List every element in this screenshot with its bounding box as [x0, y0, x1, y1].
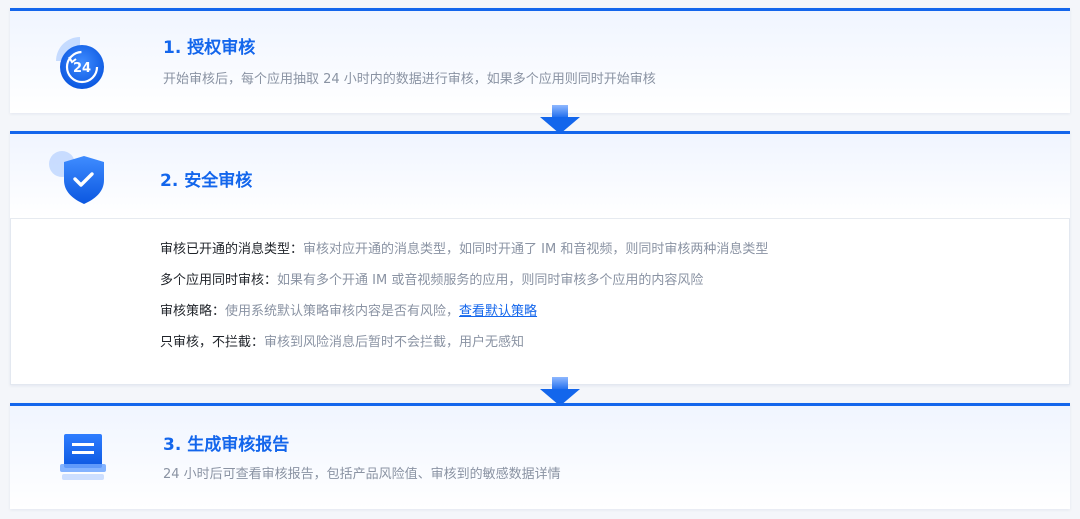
step-description: 24 小时后可查看审核报告，包括产品风险值、审核到的敏感数据详情: [163, 467, 561, 482]
audit-process-page: 24 1. 授权审核 开始审核后，每个应用抽取 24 小时内的数据进行审核，如果…: [0, 0, 1080, 519]
feature-text: 如果有多个开通 IM 或音视频服务的应用，则同时审核多个应用的内容风险: [277, 273, 704, 288]
feature-label: 多个应用同时审核：: [160, 273, 278, 288]
step-card-header: 24 1. 授权审核 开始审核后，每个应用抽取 24 小时内的数据进行审核，如果…: [10, 11, 1070, 113]
clock-24-icon: 24: [48, 31, 112, 95]
feature-text: 审核到风险消息后暂时不会拦截，用户无感知: [264, 335, 525, 350]
shield-check-icon: [44, 146, 108, 210]
step-title: 2. 安全审核: [160, 171, 253, 191]
step-card-report: 3. 生成审核报告 24 小时后可查看审核报告，包括产品风险值、审核到的敏感数据…: [10, 403, 1070, 509]
step-card-security: 2. 安全审核 审核已开通的消息类型：审核对应开通的消息类型，如同时开通了 IM…: [10, 131, 1070, 385]
step-title: 3. 生成审核报告: [163, 435, 290, 455]
step-card-authorize: 24 1. 授权审核 开始审核后，每个应用抽取 24 小时内的数据进行审核，如果…: [10, 8, 1070, 113]
report-document-icon: [46, 428, 110, 492]
feature-row-multi-app: 多个应用同时审核：如果有多个开通 IM 或音视频服务的应用，则同时审核多个应用的…: [160, 265, 768, 296]
feature-row-message-types: 审核已开通的消息类型：审核对应开通的消息类型，如同时开通了 IM 和音视频，则同…: [160, 234, 768, 265]
step-card-header: 2. 安全审核: [10, 134, 1070, 219]
step-title: 1. 授权审核: [163, 38, 256, 58]
feature-row-no-block: 只审核，不拦截：审核到风险消息后暂时不会拦截，用户无感知: [160, 327, 768, 358]
feature-label: 审核策略：: [160, 304, 226, 319]
feature-text: 审核对应开通的消息类型，如同时开通了 IM 和音视频，则同时审核两种消息类型: [303, 242, 769, 257]
step-card-header: 3. 生成审核报告 24 小时后可查看审核报告，包括产品风险值、审核到的敏感数据…: [10, 406, 1070, 509]
svg-text:24: 24: [73, 61, 91, 76]
feature-label: 只审核，不拦截：: [160, 335, 265, 350]
feature-row-strategy: 审核策略：使用系统默认策略审核内容是否有风险，查看默认策略: [160, 296, 768, 327]
feature-list: 审核已开通的消息类型：审核对应开通的消息类型，如同时开通了 IM 和音视频，则同…: [160, 234, 768, 358]
step-description: 开始审核后，每个应用抽取 24 小时内的数据进行审核，如果多个应用则同时开始审核: [163, 72, 656, 87]
view-default-strategy-link[interactable]: 查看默认策略: [459, 304, 537, 319]
feature-text: 使用系统默认策略审核内容是否有风险，: [225, 304, 460, 319]
feature-label: 审核已开通的消息类型：: [160, 242, 304, 257]
